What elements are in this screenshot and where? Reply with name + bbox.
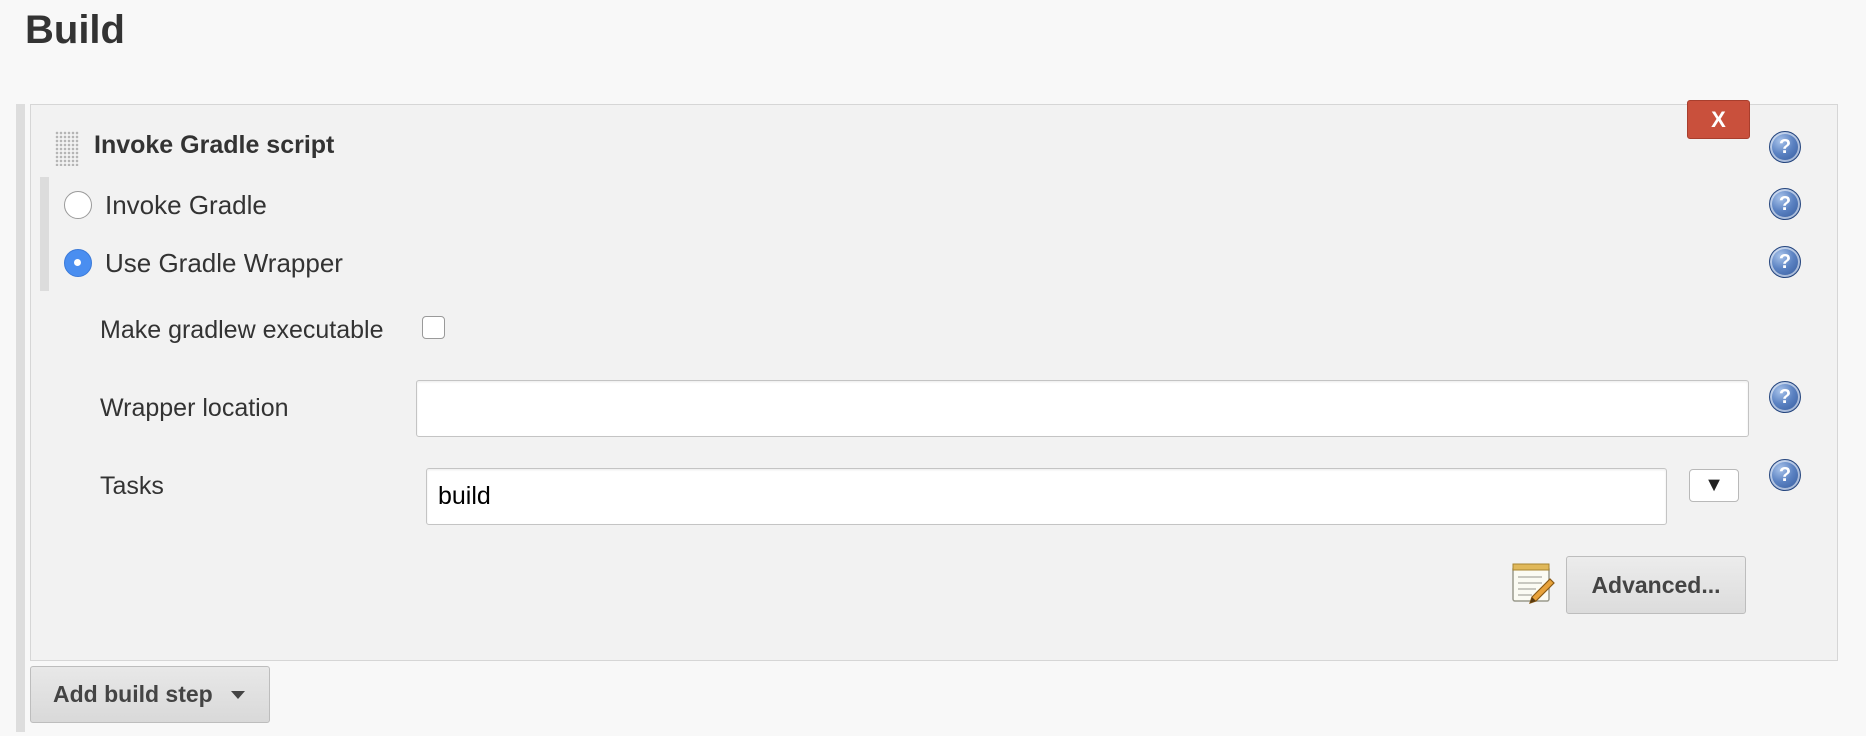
notepad-icon[interactable]	[1510, 561, 1556, 605]
build-section: Build X Invoke Gradle script ? Invoke Gr…	[0, 0, 1866, 736]
tasks-help-icon[interactable]: ?	[1769, 459, 1801, 491]
radio-group-rail	[40, 177, 49, 291]
step-title: Invoke Gradle script	[94, 131, 335, 159]
invoke-gradle-help-icon[interactable]: ?	[1769, 188, 1801, 220]
step-help-icon[interactable]: ?	[1769, 131, 1801, 163]
add-build-step-label: Add build step	[53, 681, 213, 707]
gradle-wrapper-help-icon[interactable]: ?	[1769, 246, 1801, 278]
section-rail	[16, 104, 25, 732]
use-gradle-wrapper-label[interactable]: Use Gradle Wrapper	[105, 248, 343, 279]
delete-step-button[interactable]: X	[1687, 100, 1750, 139]
wrapper-location-input[interactable]	[416, 380, 1749, 437]
use-gradle-wrapper-radio[interactable]	[64, 249, 92, 277]
wrapper-location-label: Wrapper location	[100, 394, 289, 422]
invoke-gradle-label[interactable]: Invoke Gradle	[105, 190, 267, 221]
make-executable-label: Make gradlew executable	[100, 316, 384, 344]
section-title: Build	[25, 8, 125, 52]
make-executable-checkbox[interactable]	[422, 316, 445, 339]
tasks-label: Tasks	[100, 472, 164, 500]
tasks-expand-button[interactable]: ▼	[1689, 469, 1739, 502]
drag-handle-icon[interactable]	[55, 131, 79, 166]
wrapper-location-help-icon[interactable]: ?	[1769, 381, 1801, 413]
caret-down-icon	[230, 690, 245, 699]
tasks-input[interactable]	[426, 468, 1667, 525]
add-build-step-button[interactable]: Add build step	[30, 666, 270, 723]
advanced-button[interactable]: Advanced...	[1566, 556, 1746, 614]
invoke-gradle-radio[interactable]	[64, 191, 92, 219]
